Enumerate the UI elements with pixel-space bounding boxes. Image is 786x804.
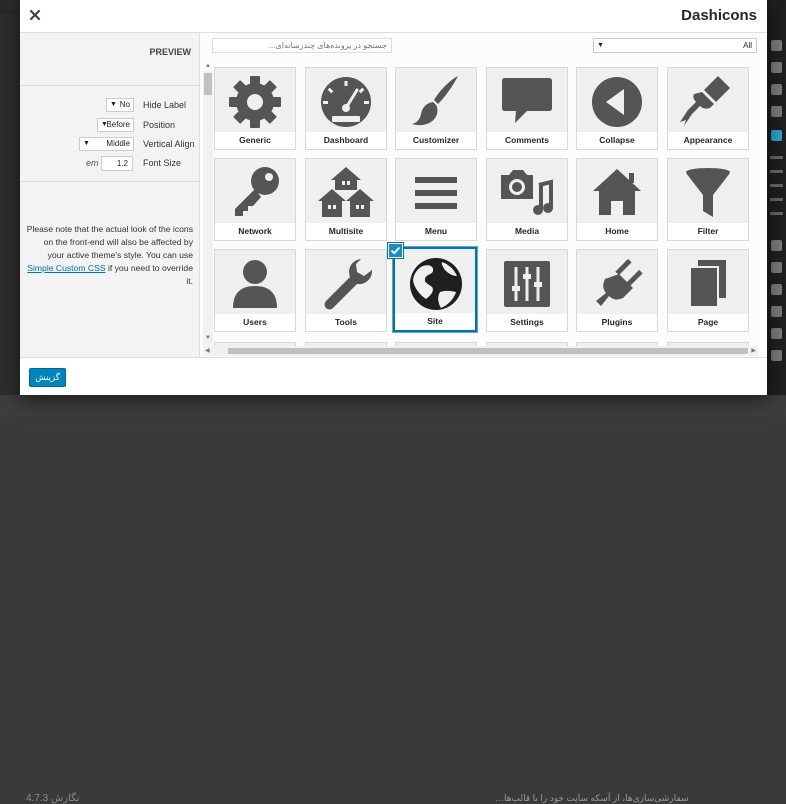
sliders-icon <box>487 252 567 312</box>
icon-tile-page[interactable]: Page <box>667 249 749 332</box>
admin-menu-icon <box>771 240 782 251</box>
camera-music-icon <box>487 161 567 221</box>
selected-check-icon <box>388 243 403 258</box>
menu-lines-icon <box>396 161 476 221</box>
pages-icon <box>668 252 748 312</box>
icon-label: Comments <box>487 132 567 149</box>
icon-label: Collapse <box>577 132 657 149</box>
icon-label: Home <box>577 223 657 240</box>
modal-footer: گزینش <box>20 357 767 395</box>
icon-tile-menu[interactable]: Menu <box>395 158 477 241</box>
icon-label: Settings <box>487 314 567 331</box>
user-icon <box>215 252 295 312</box>
icon-tile-users[interactable]: Users <box>214 249 296 332</box>
plug-icon <box>577 252 657 312</box>
icon-tile-home[interactable]: Home <box>576 158 658 241</box>
icon-label: Users <box>215 314 295 331</box>
admin-menu-icon <box>771 62 782 73</box>
icon-tile-appearance[interactable]: Appearance <box>667 67 749 150</box>
icon-label: Menu <box>396 223 476 240</box>
globe-icon <box>396 252 476 312</box>
admin-menu-icon <box>771 328 782 339</box>
admin-menu-text <box>770 184 783 187</box>
gear-icon <box>215 70 295 130</box>
icon-tile-collapse[interactable]: Collapse <box>576 67 658 150</box>
admin-menu-icon <box>771 40 782 51</box>
home-icon <box>577 161 657 221</box>
paintbrush-icon <box>396 70 476 130</box>
dashboard-gauge-icon <box>306 70 386 130</box>
icon-tile-generic[interactable]: Generic <box>214 67 296 150</box>
admin-menu-icon <box>771 350 782 361</box>
icon-tile-settings[interactable]: Settings <box>486 249 568 332</box>
admin-menu-icon <box>771 284 782 295</box>
icon-tile-network[interactable]: Network <box>214 158 296 241</box>
appearance-brush-icon <box>668 70 748 130</box>
icon-label: Plugins <box>577 314 657 331</box>
icon-label: Dashboard <box>306 132 386 149</box>
admin-sidebar <box>767 0 786 417</box>
icon-label: Generic <box>215 132 295 149</box>
admin-menu-icon <box>771 306 782 317</box>
admin-footer: نگارش 4.7.3 سفارشی‌سازی‌ها، از آسکه سایت… <box>0 395 786 804</box>
icons-horizontal-scrollbar[interactable]: ◀ ▶ <box>203 346 758 356</box>
icon-tile-customizer[interactable]: Customizer <box>395 67 477 150</box>
admin-menu-text <box>770 198 783 201</box>
collapse-circle-icon <box>577 70 657 130</box>
admin-menu-text <box>770 212 783 215</box>
icon-tile-site[interactable]: Site <box>393 247 477 332</box>
icon-tile-tools[interactable]: Tools <box>305 249 387 332</box>
icon-tile-plugins[interactable]: Plugins <box>576 249 658 332</box>
icon-label: Multisite <box>306 223 386 240</box>
dashicons-modal: Dashicons PREVIEW ▼ No Hide Label ▼ Befo… <box>20 0 767 395</box>
icon-tile-dashboard[interactable]: Dashboard <box>305 67 387 150</box>
speech-bubble-icon <box>487 70 567 130</box>
wp-version: نگارش 4.7.3 <box>26 793 80 804</box>
icon-label: Site <box>395 313 475 330</box>
admin-menu-text <box>770 156 783 159</box>
icon-label: Filter <box>668 223 748 240</box>
funnel-icon <box>668 161 748 221</box>
icon-label: Tools <box>306 314 386 331</box>
icon-tile-comments[interactable]: Comments <box>486 67 568 150</box>
admin-menu-icon-active <box>771 130 782 141</box>
icon-label: Media <box>487 223 567 240</box>
admin-content-edge <box>0 14 20 395</box>
icon-tile-filter[interactable]: Filter <box>667 158 749 241</box>
scroll-right-icon: ▶ <box>751 348 756 354</box>
icon-label: Network <box>215 223 295 240</box>
wrench-icon <box>306 252 386 312</box>
admin-menu-text <box>770 170 783 173</box>
icon-label: Customizer <box>396 132 476 149</box>
icon-tile-media[interactable]: Media <box>486 158 568 241</box>
admin-menu-icon <box>771 84 782 95</box>
icons-grid: Generic Dashboard Customizer Comments Co… <box>20 0 767 395</box>
admin-menu-icon <box>771 106 782 117</box>
key-icon <box>215 161 295 221</box>
scroll-left-icon: ◀ <box>205 348 210 354</box>
icon-tile-multisite[interactable]: Multisite <box>305 158 387 241</box>
icon-label: Appearance <box>668 132 748 149</box>
icon-label: Page <box>668 314 748 331</box>
admin-menu-icon <box>771 262 782 273</box>
admin-footer-note: سفارشی‌سازی‌ها، از آسکه سایت خود را با ق… <box>495 793 689 803</box>
insert-button[interactable]: گزینش <box>29 368 66 387</box>
scrollbar-thumb[interactable] <box>228 348 748 354</box>
multisite-houses-icon <box>306 161 386 221</box>
